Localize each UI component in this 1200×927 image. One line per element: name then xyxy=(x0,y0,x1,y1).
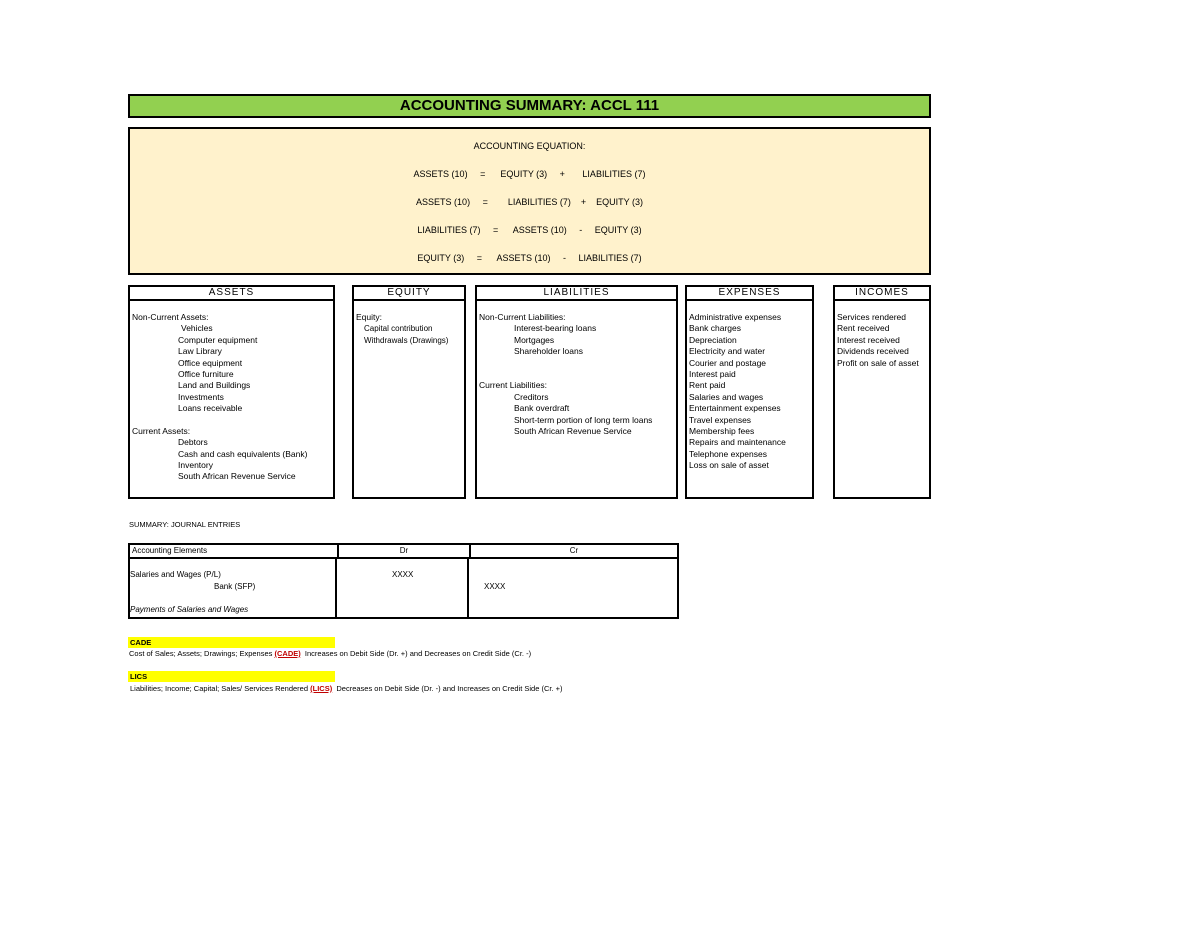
list-item: Capital contribution xyxy=(364,324,433,334)
liabilities-column: Non-Current Liabilities: Interest-bearin… xyxy=(475,299,678,499)
lics-rule: Liabilities; Income; Capital; Sales/ Ser… xyxy=(130,684,563,693)
list-item: Rent paid xyxy=(689,380,726,391)
list-item: Bank overdraft xyxy=(514,403,570,414)
list-item: Vehicles xyxy=(181,323,213,334)
list-item: Repairs and maintenance xyxy=(689,437,786,448)
list-item: Office equipment xyxy=(178,357,243,368)
list-item: Computer equipment xyxy=(178,334,258,345)
list-item: Cash and cash equivalents (Bank) xyxy=(178,448,308,459)
cade-effect: Increases on Debit Side (Dr. +) and Decr… xyxy=(304,649,532,658)
equation-heading: ACCOUNTING EQUATION: xyxy=(473,141,586,151)
cade-tag: (CADE) xyxy=(274,649,301,658)
cade-label: CADE xyxy=(128,637,335,648)
list-item: Travel expenses xyxy=(689,414,752,425)
list-item: Shareholder loans xyxy=(514,346,583,357)
list-item: Electricity and water xyxy=(689,346,766,357)
list-item: Services rendered xyxy=(837,312,906,322)
list-item: Withdrawals (Drawings) xyxy=(364,335,449,345)
page-title: ACCOUNTING SUMMARY: ACCL 111 xyxy=(128,94,931,118)
list-item: Salaries and wages xyxy=(689,391,764,402)
list-item: Courier and postage xyxy=(689,357,767,368)
expenses-column: Administrative expenses Bank charges Dep… xyxy=(685,299,814,499)
list-item: Rent received xyxy=(837,323,890,334)
list-item: Inventory xyxy=(178,460,213,471)
journal-table: Accounting Elements Dr Cr Salaries and W… xyxy=(128,543,679,619)
list-item: South African Revenue Service xyxy=(178,471,296,482)
lics-text: Liabilities; Income; Capital; Sales/ Ser… xyxy=(130,684,309,693)
list-item: Profit on sale of asset xyxy=(837,357,919,368)
equation-line: EQUITY (3) = ASSETS (10) - LIABILITIES (… xyxy=(417,253,642,263)
liabilities-noncurrent-label: Non-Current Liabilities: xyxy=(479,312,566,322)
list-item: Investments xyxy=(178,391,224,402)
assets-noncurrent-label: Non-Current Assets: xyxy=(132,312,209,322)
assets-current-label: Current Assets: xyxy=(132,425,191,436)
list-item: Short-term portion of long term loans xyxy=(514,414,653,425)
col-cr: Cr xyxy=(569,546,579,555)
list-item: Loans receivable xyxy=(178,403,243,414)
entry-credit-account: Bank (SFP) xyxy=(214,582,256,591)
list-item: Office furniture xyxy=(178,368,234,379)
equation-line: LIABILITIES (7) = ASSETS (10) - EQUITY (… xyxy=(417,225,642,235)
list-item: Entertainment expenses xyxy=(689,403,781,414)
journal-heading: SUMMARY: JOURNAL ENTRIES xyxy=(129,520,241,529)
lics-label: LICS xyxy=(128,671,335,682)
list-item: Bank charges xyxy=(689,323,741,334)
list-item: South African Revenue Service xyxy=(514,425,632,436)
list-item: Interest paid xyxy=(689,368,736,379)
col-elements: Accounting Elements xyxy=(130,545,339,557)
entry-narration: Payments of Salaries and Wages xyxy=(130,605,249,614)
lics-effect: Decreases on Debit Side (Dr. -) and Incr… xyxy=(336,684,563,693)
equation-line: ASSETS (10) = LIABILITIES (7) + EQUITY (… xyxy=(416,197,643,207)
list-item: Law Library xyxy=(178,346,222,357)
journal-header-row: Accounting Elements Dr Cr xyxy=(130,545,677,559)
accounting-equation-box: ACCOUNTING EQUATION: ASSETS (10) = EQUIT… xyxy=(128,127,931,275)
assets-column: Non-Current Assets: Vehicles Computer eq… xyxy=(128,299,335,499)
equity-label: Equity: xyxy=(356,312,382,322)
list-item: Mortgages xyxy=(514,334,555,345)
liabilities-current-label: Current Liabilities: xyxy=(479,380,548,391)
equation-line: ASSETS (10) = EQUITY (3) + LIABILITIES (… xyxy=(413,169,646,179)
incomes-column: Services rendered Rent received Interest… xyxy=(833,299,931,499)
entry-dr-value: XXXX xyxy=(392,570,414,579)
entry-cr-value: XXXX xyxy=(484,582,506,591)
cade-rule: Cost of Sales; Assets; Drawings; Expense… xyxy=(129,649,531,658)
list-item: Dividends received xyxy=(837,346,909,357)
list-item: Land and Buildings xyxy=(178,380,251,391)
equity-column: Equity: Capital contribution Withdrawals… xyxy=(352,299,466,499)
list-item: Interest-bearing loans xyxy=(514,323,597,334)
cade-text: Cost of Sales; Assets; Drawings; Expense… xyxy=(129,649,273,658)
list-item: Loss on sale of asset xyxy=(689,460,769,471)
list-item: Debtors xyxy=(178,437,208,448)
list-item: Telephone expenses xyxy=(689,448,767,459)
list-item: Administrative expenses xyxy=(689,312,782,322)
list-item: Interest received xyxy=(837,334,900,345)
entry-debit-account: Salaries and Wages (P/L) xyxy=(130,570,221,579)
list-item: Depreciation xyxy=(689,334,737,345)
col-dr: Dr xyxy=(339,545,471,557)
list-item: Membership fees xyxy=(689,425,755,436)
list-item: Creditors xyxy=(514,391,549,402)
lics-tag: (LICS) xyxy=(310,684,333,693)
table-row: Salaries and Wages (P/L) Bank (SFP) Paym… xyxy=(130,559,677,617)
